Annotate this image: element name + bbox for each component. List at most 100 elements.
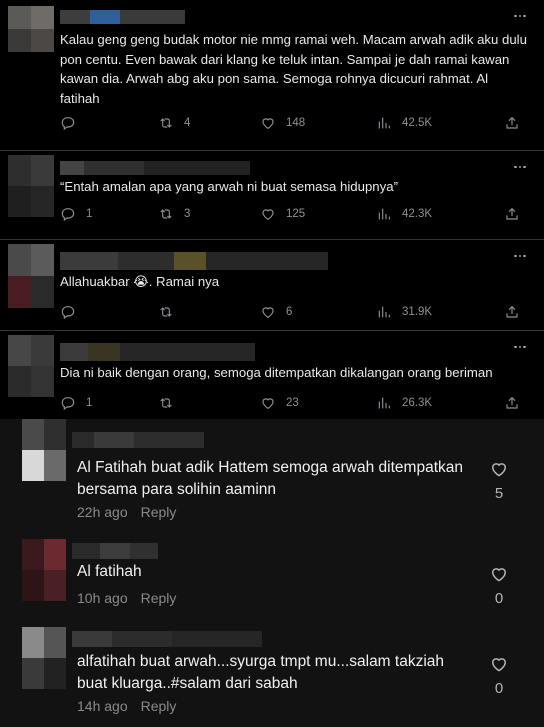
more-dots-icon[interactable] xyxy=(508,248,532,264)
like-button[interactable]: 125 xyxy=(260,205,305,223)
views-chart-icon xyxy=(376,304,392,320)
like-count: 0 xyxy=(494,680,504,697)
share-button[interactable] xyxy=(504,303,520,321)
avatar[interactable] xyxy=(22,539,66,601)
like-button[interactable]: 6 xyxy=(260,303,292,321)
like-count: 0 xyxy=(494,590,504,607)
comment-item[interactable]: Al fatihah 10h ago Reply 0 xyxy=(0,527,544,619)
reply-button[interactable]: 1 xyxy=(60,394,92,412)
blurred-username xyxy=(60,343,255,361)
share-icon xyxy=(504,304,520,320)
comment-like-button[interactable]: 0 xyxy=(486,654,512,697)
like-button[interactable]: 23 xyxy=(260,394,299,412)
more-dots-icon[interactable] xyxy=(508,339,532,355)
tweet-actions: 1 23 26.3K xyxy=(60,394,530,412)
retweet-count: 4 xyxy=(184,117,191,129)
retweet-icon xyxy=(158,206,174,222)
blurred-username xyxy=(72,543,158,559)
reply-icon xyxy=(60,304,76,320)
reply-icon xyxy=(60,206,76,222)
heart-icon xyxy=(260,304,276,320)
more-dots-icon[interactable] xyxy=(508,159,532,175)
comment-meta: 10h ago Reply xyxy=(77,590,176,606)
views-chart-icon xyxy=(376,395,392,411)
like-button[interactable]: 148 xyxy=(260,114,305,132)
reply-icon xyxy=(60,115,76,131)
reply-count: 1 xyxy=(86,397,93,409)
more-dots-icon[interactable] xyxy=(508,8,532,24)
comment-like-button[interactable]: 5 xyxy=(486,459,512,502)
comment-item[interactable]: Al Fatihah buat adik Hattem semoga arwah… xyxy=(0,419,544,527)
views-count: 42.3K xyxy=(402,208,433,220)
share-icon xyxy=(504,115,520,131)
avatar[interactable] xyxy=(8,244,54,308)
reply-button[interactable]: 1 xyxy=(60,205,92,223)
blurred-username xyxy=(72,432,204,448)
comment-text: alfatihah buat arwah...syurga tmpt mu...… xyxy=(77,653,445,692)
heart-icon xyxy=(260,206,276,222)
views-button[interactable]: 42.3K xyxy=(376,205,432,223)
views-count: 42.5K xyxy=(402,117,433,129)
views-chart-icon xyxy=(376,115,392,131)
retweet-icon xyxy=(158,395,174,411)
tweet-card[interactable]: Kalau geng geng budak motor nie mmg rama… xyxy=(0,0,544,150)
avatar[interactable] xyxy=(22,419,66,481)
views-button[interactable]: 31.9K xyxy=(376,303,432,321)
comment-text: Al fatihah xyxy=(77,563,142,580)
retweet-icon xyxy=(158,304,174,320)
share-icon xyxy=(504,206,520,222)
tweet-card[interactable]: Allahuakbar 😭. Ramai nya 6 31.9K xyxy=(0,240,544,330)
blurred-username xyxy=(60,10,185,24)
reply-button[interactable]: Reply xyxy=(141,698,177,714)
share-icon xyxy=(504,395,520,411)
avatar[interactable] xyxy=(8,335,54,397)
tweet-text: Dia ni baik dengan orang, semoga ditempa… xyxy=(60,365,493,380)
blurred-username xyxy=(60,252,328,270)
reply-button[interactable]: Reply xyxy=(141,590,177,606)
avatar[interactable] xyxy=(8,155,54,217)
heart-icon xyxy=(260,395,276,411)
share-button[interactable] xyxy=(504,394,520,412)
comment-meta: 22h ago Reply xyxy=(77,504,176,520)
reply-button[interactable] xyxy=(60,303,86,321)
views-count: 31.9K xyxy=(402,306,433,318)
tweet-card[interactable]: “Entah amalan apa yang arwah ni buat sem… xyxy=(0,151,544,238)
comment-like-button[interactable]: 0 xyxy=(486,564,512,607)
blurred-username xyxy=(60,161,250,175)
tweet-text: Kalau geng geng budak motor nie mmg rama… xyxy=(60,32,527,106)
avatar[interactable] xyxy=(8,6,54,52)
reply-button[interactable] xyxy=(60,114,86,132)
like-count: 5 xyxy=(494,485,504,502)
heart-icon xyxy=(489,654,509,674)
heart-icon xyxy=(489,564,509,584)
views-count: 26.3K xyxy=(402,397,433,409)
share-button[interactable] xyxy=(504,205,520,223)
like-count: 6 xyxy=(286,306,293,318)
share-button[interactable] xyxy=(504,114,520,132)
retweet-button[interactable]: 3 xyxy=(158,205,190,223)
reply-button[interactable]: Reply xyxy=(141,504,177,520)
views-button[interactable]: 26.3K xyxy=(376,394,432,412)
like-count: 148 xyxy=(286,117,306,129)
retweet-button[interactable]: 4 xyxy=(158,114,190,132)
reply-count: 1 xyxy=(86,208,93,220)
views-button[interactable]: 42.5K xyxy=(376,114,432,132)
like-count: 23 xyxy=(286,397,299,409)
tweet-card[interactable]: Dia ni baik dengan orang, semoga ditempa… xyxy=(0,331,544,419)
reply-icon xyxy=(60,395,76,411)
comment-item[interactable]: alfatihah buat arwah...syurga tmpt mu...… xyxy=(0,619,544,727)
like-count: 125 xyxy=(286,208,306,220)
tweet-actions: 4 148 42.5K xyxy=(60,114,530,132)
tweet-actions: 6 31.9K xyxy=(60,303,530,321)
retweet-button[interactable] xyxy=(158,303,184,321)
comment-text: Al Fatihah buat adik Hattem semoga arwah… xyxy=(77,459,463,498)
avatar[interactable] xyxy=(22,627,66,689)
blurred-username xyxy=(72,631,262,647)
comment-time: 10h ago xyxy=(77,590,128,606)
tweet-actions: 1 3 125 42.3K xyxy=(60,205,530,223)
comment-time: 14h ago xyxy=(77,698,128,714)
retweet-button[interactable] xyxy=(158,394,184,412)
heart-icon xyxy=(260,115,276,131)
heart-icon xyxy=(489,459,509,479)
comment-meta: 14h ago Reply xyxy=(77,698,176,714)
